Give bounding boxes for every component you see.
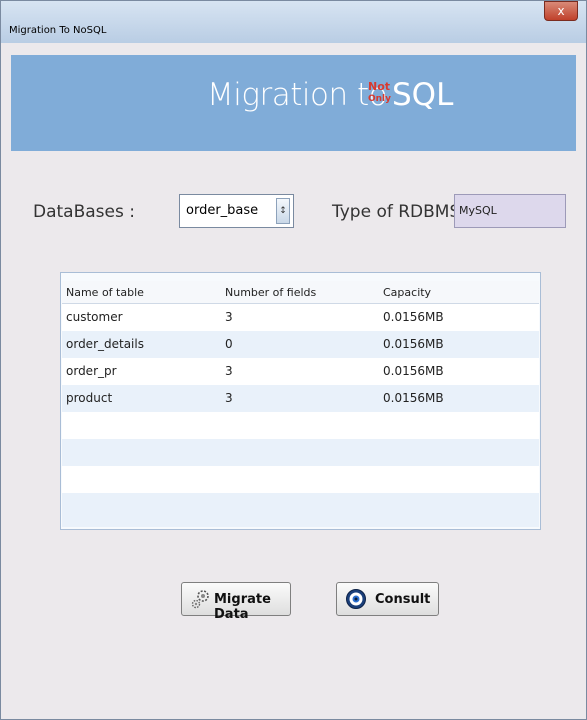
empty-row <box>62 439 539 466</box>
empty-row <box>62 412 539 439</box>
rdbms-field[interactable]: MySQL <box>454 194 566 228</box>
capacity-cell: 0.0156MB <box>383 391 444 405</box>
table-row[interactable]: customer 3 0.0156MB <box>62 304 539 331</box>
capacity-cell: 0.0156MB <box>383 310 444 324</box>
rdbms-value: MySQL <box>459 204 497 217</box>
tables-grid[interactable]: Name of table Number of fields Capacity … <box>60 272 541 530</box>
close-button[interactable]: x <box>544 1 578 21</box>
field-count-cell: 0 <box>225 337 233 351</box>
rdbms-label: Type of RDBMS : <box>332 202 472 222</box>
empty-row <box>62 493 539 527</box>
empty-row <box>62 466 539 493</box>
close-icon: x <box>557 4 565 18</box>
banner-title: Migration to <box>207 77 388 113</box>
table-name-cell: product <box>66 391 113 405</box>
databases-label: DataBases : <box>33 202 135 222</box>
field-count-cell: 3 <box>225 310 233 324</box>
table-name-cell: order_details <box>66 337 144 351</box>
databases-selected-value: order_base <box>186 203 259 218</box>
dropdown-arrow-icon[interactable]: ↕ <box>276 198 290 224</box>
gears-icon <box>191 590 209 609</box>
migrate-data-label: Migrate Data <box>214 592 271 622</box>
table-row[interactable]: product 3 0.0156MB <box>62 385 539 412</box>
header-banner: Migration to Not Only SQL <box>11 55 576 151</box>
field-count-cell: 3 <box>225 391 233 405</box>
table-name-cell: order_pr <box>66 364 117 378</box>
table-name-cell: customer <box>66 310 123 324</box>
column-header-capacity[interactable]: Capacity <box>383 286 431 299</box>
capacity-cell: 0.0156MB <box>383 337 444 351</box>
consult-button[interactable]: Consult <box>336 582 439 616</box>
sql-text: SQL <box>392 77 454 113</box>
migrate-data-button[interactable]: Migrate Data <box>181 582 291 622</box>
table-header: Name of table Number of fields Capacity <box>62 281 539 304</box>
field-count-cell: 3 <box>225 364 233 378</box>
only-text: Only <box>368 94 392 104</box>
column-header-name[interactable]: Name of table <box>66 286 144 299</box>
migration-window: Migration To NoSQL x Migration to Not On… <box>0 0 587 720</box>
databases-select[interactable]: order_base ↕ <box>179 194 294 228</box>
title-bar[interactable]: Migration To NoSQL x <box>1 1 586 43</box>
table-row[interactable]: order_pr 3 0.0156MB <box>62 358 539 385</box>
table-row[interactable]: order_details 0 0.0156MB <box>62 331 539 358</box>
column-header-fields[interactable]: Number of fields <box>225 286 316 299</box>
consult-label: Consult <box>375 592 431 607</box>
window-title: Migration To NoSQL <box>9 25 107 36</box>
capacity-cell: 0.0156MB <box>383 364 444 378</box>
not-text: Not <box>368 80 391 93</box>
eye-icon <box>346 589 366 609</box>
not-only-mark: Not Only <box>368 81 391 105</box>
